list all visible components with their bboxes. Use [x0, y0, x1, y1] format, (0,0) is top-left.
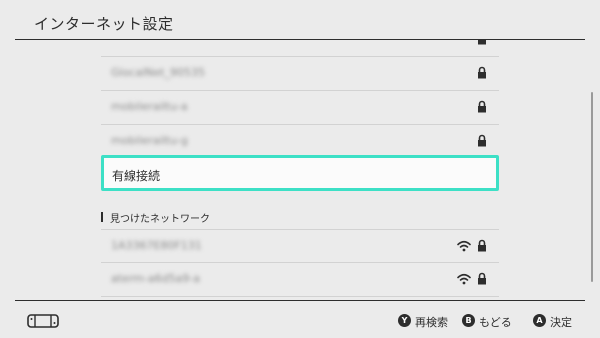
lock-icon — [478, 239, 486, 252]
section-title: 見つけたネットワーク — [110, 214, 210, 225]
confirm-hint[interactable]: A 決定 — [533, 313, 581, 329]
network-item[interactable] — [101, 40, 499, 57]
network-name: GlocalNet_90535 — [111, 66, 205, 79]
a-button-icon: A — [533, 314, 546, 327]
wifi-icon — [457, 240, 471, 252]
back-hint[interactable]: B もどる — [462, 313, 520, 329]
handheld-console-icon — [27, 314, 59, 328]
lock-icon — [478, 272, 486, 285]
page-title: インターネット設定 — [34, 15, 174, 33]
lock-icon — [478, 100, 486, 113]
b-button-icon: B — [462, 314, 475, 327]
network-item[interactable]: mobilerailtu-a — [101, 91, 499, 125]
network-item[interactable]: GlocalNet_90535 — [101, 57, 499, 91]
search-again-label: 再検索 — [415, 316, 448, 329]
network-list: GlocalNet_90535 mobilerailtu-a mobilerai… — [0, 40, 600, 300]
back-label: もどる — [479, 316, 512, 329]
found-networks-header: 見つけたネットワーク — [101, 208, 499, 228]
y-button-icon: Y — [398, 314, 411, 327]
wired-connection-item[interactable]: 有線接続 — [101, 155, 499, 191]
network-name: mobilerailtu-g — [111, 134, 188, 147]
found-network-item[interactable]: aterm-a6d5a9-a — [101, 263, 499, 297]
header: インターネット設定 — [0, 0, 600, 40]
network-name: aterm-a6d5a9-a — [111, 272, 201, 285]
lock-icon — [478, 134, 486, 147]
lock-icon — [478, 66, 486, 79]
lock-icon — [478, 40, 486, 45]
network-name: 1A3367E80F131 — [111, 239, 202, 252]
scrollbar[interactable] — [591, 92, 593, 282]
network-name: mobilerailtu-a — [111, 100, 188, 113]
footer-divider — [15, 300, 585, 301]
wifi-icon — [457, 273, 471, 285]
search-again-hint[interactable]: Y 再検索 — [398, 313, 458, 329]
section-marker — [101, 212, 103, 222]
network-name — [111, 40, 199, 48]
wired-connection-label: 有線接続 — [112, 169, 161, 183]
confirm-label: 決定 — [550, 316, 572, 329]
network-item[interactable]: mobilerailtu-g — [101, 125, 499, 159]
found-network-item[interactable]: 1A3367E80F131 — [101, 229, 499, 263]
footer: Y 再検索 B もどる A 決定 — [0, 300, 600, 338]
